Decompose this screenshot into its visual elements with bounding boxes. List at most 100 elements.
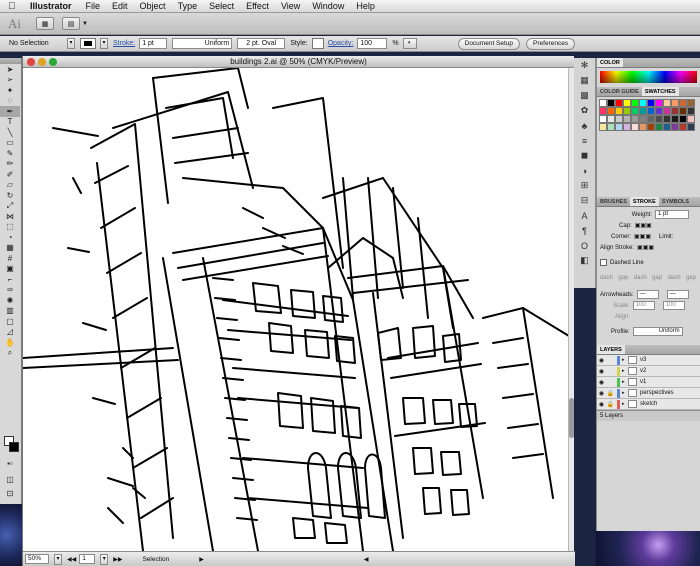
artboard-canvas[interactable] (23, 68, 569, 551)
stroke-weight-field[interactable]: 1 pt (139, 38, 168, 49)
swatch[interactable] (615, 107, 623, 115)
visibility-eye-icon[interactable]: ◉ (597, 368, 606, 375)
stroke-label[interactable]: Stroke: (113, 40, 135, 47)
layer-row[interactable]: ◉ 🔒 ▸ perspectives (597, 388, 700, 399)
direct-selection-tool-icon[interactable]: ➢ (0, 75, 20, 86)
swatch[interactable] (687, 115, 695, 123)
swatch[interactable] (623, 115, 631, 123)
artboard-number-field[interactable]: 1 (79, 554, 96, 564)
tab-color-guide[interactable]: COLOR GUIDE (597, 87, 642, 96)
tab-stroke[interactable]: STROKE (629, 197, 659, 206)
status-menu-icon[interactable]: ▶ (199, 556, 204, 563)
color-guide-panel-icon[interactable]: ▦ (574, 73, 595, 88)
swatch[interactable] (663, 123, 671, 131)
artboard-tool-icon[interactable]: ▢ (0, 316, 20, 327)
character-panel-icon[interactable]: A (574, 208, 595, 223)
layer-row[interactable]: ◉ 🔒 ▸ sketch (597, 399, 700, 410)
dashed-line-checkbox[interactable] (600, 259, 607, 266)
scale-tool-icon[interactable]: ⤢ (0, 201, 20, 212)
menu-help[interactable]: Help (356, 1, 375, 11)
swatch[interactable] (615, 123, 623, 131)
swatch[interactable] (607, 99, 615, 107)
swatch[interactable] (679, 123, 687, 131)
variable-width-profile[interactable]: Uniform (172, 38, 233, 49)
paintbrush-tool-icon[interactable]: ✎ (0, 148, 20, 159)
width-tool-icon[interactable]: ⋈ (0, 211, 20, 222)
swatch[interactable] (647, 123, 655, 131)
menu-file[interactable]: File (86, 1, 101, 11)
minimize-window-icon[interactable] (38, 58, 46, 66)
opacity-label[interactable]: Opacity: (328, 40, 354, 47)
artboard-dropdown[interactable]: ▾ (100, 553, 109, 565)
magic-wand-tool-icon[interactable]: ✦ (0, 85, 20, 96)
opentype-panel-icon[interactable]: O (574, 238, 595, 253)
gradient-tool-icon[interactable]: ▣ (0, 264, 20, 275)
appearance-panel-icon[interactable]: ⊞ (574, 178, 595, 193)
swatch[interactable] (631, 115, 639, 123)
swatch[interactable] (647, 99, 655, 107)
drawing-mode-icon[interactable]: ◫ (0, 474, 20, 485)
swatch[interactable] (631, 123, 639, 131)
menu-view[interactable]: View (281, 1, 300, 11)
stroke-color-dropdown[interactable]: ▾ (100, 38, 108, 49)
artboard-prev-icon[interactable]: ◀◀ (67, 556, 76, 563)
lasso-tool-icon[interactable]: ◌ (0, 96, 20, 107)
swatch[interactable] (663, 115, 671, 123)
swatch[interactable] (663, 107, 671, 115)
column-graph-tool-icon[interactable]: ▥ (0, 306, 20, 317)
status-text[interactable]: Selection (142, 556, 169, 563)
align-stroke-buttons[interactable]: ▣▣▣ (637, 244, 654, 251)
swatch[interactable] (599, 107, 607, 115)
swatch[interactable] (647, 115, 655, 123)
brush-definition[interactable]: 2 pt. Oval (237, 38, 286, 49)
paragraph-panel-icon[interactable]: ¶ (574, 223, 595, 238)
swatch[interactable] (655, 99, 663, 107)
mesh-tool-icon[interactable]: # (0, 253, 20, 264)
hand-tool-icon[interactable]: ✋ (0, 337, 20, 348)
swatch[interactable] (671, 115, 679, 123)
swatch[interactable] (655, 107, 663, 115)
swatch[interactable] (615, 115, 623, 123)
zoom-dropdown[interactable]: ▾ (54, 553, 62, 565)
perspective-grid-tool-icon[interactable]: ▦ (0, 243, 20, 254)
swatch[interactable] (647, 107, 655, 115)
apple-icon[interactable]:  (8, 1, 18, 12)
eyedropper-tool-icon[interactable]: ⌐ (0, 274, 20, 285)
layer-row[interactable]: ◉ ▸ v1 (597, 377, 700, 388)
slice-tool-icon[interactable]: ◿ (0, 327, 20, 338)
swatch[interactable] (671, 107, 679, 115)
swatch[interactable] (671, 99, 679, 107)
swatch[interactable] (679, 115, 687, 123)
close-window-icon[interactable] (27, 58, 35, 66)
scrollbar-thumb[interactable] (569, 398, 574, 438)
visibility-eye-icon[interactable]: ◉ (597, 357, 606, 364)
rotate-tool-icon[interactable]: ↻ (0, 190, 20, 201)
layer-row[interactable]: ◉ ▸ v3 (597, 355, 700, 366)
menu-select[interactable]: Select (209, 1, 234, 11)
zoom-level-field[interactable]: 50% (25, 554, 49, 564)
line-tool-icon[interactable]: ╲ (0, 127, 20, 138)
cap-style-buttons[interactable]: ▣▣▣ (635, 222, 652, 229)
stroke-panel-icon[interactable]: ≡ (574, 133, 595, 148)
hscroll-left-icon[interactable]: ◀ (364, 556, 369, 563)
swatch[interactable] (639, 99, 647, 107)
swatch[interactable] (639, 107, 647, 115)
tab-swatches[interactable]: SWATCHES (641, 87, 679, 96)
screen-mode-icon[interactable]: ⊡ (0, 488, 20, 499)
visibility-eye-icon[interactable]: ◉ (597, 401, 606, 408)
swatch[interactable] (655, 115, 663, 123)
end-arrowhead-select[interactable]: — (666, 290, 689, 299)
zoom-window-icon[interactable] (49, 58, 57, 66)
brushes-panel-icon[interactable]: ✿ (574, 103, 595, 118)
zoom-tool-icon[interactable]: ⌕ (0, 348, 20, 359)
swatch[interactable] (607, 107, 615, 115)
stroke-color-chip[interactable] (9, 442, 19, 452)
start-scale-field[interactable]: 100 (632, 301, 655, 310)
menu-edit[interactable]: Edit (112, 1, 128, 11)
layer-row[interactable]: ◉ ▸ v2 (597, 366, 700, 377)
swatch[interactable] (687, 107, 695, 115)
swatch[interactable] (623, 123, 631, 131)
shape-builder-tool-icon[interactable]: ◔ (0, 232, 20, 243)
start-arrowhead-select[interactable]: — (636, 290, 659, 299)
pencil-tool-icon[interactable]: ✏ (0, 159, 20, 170)
